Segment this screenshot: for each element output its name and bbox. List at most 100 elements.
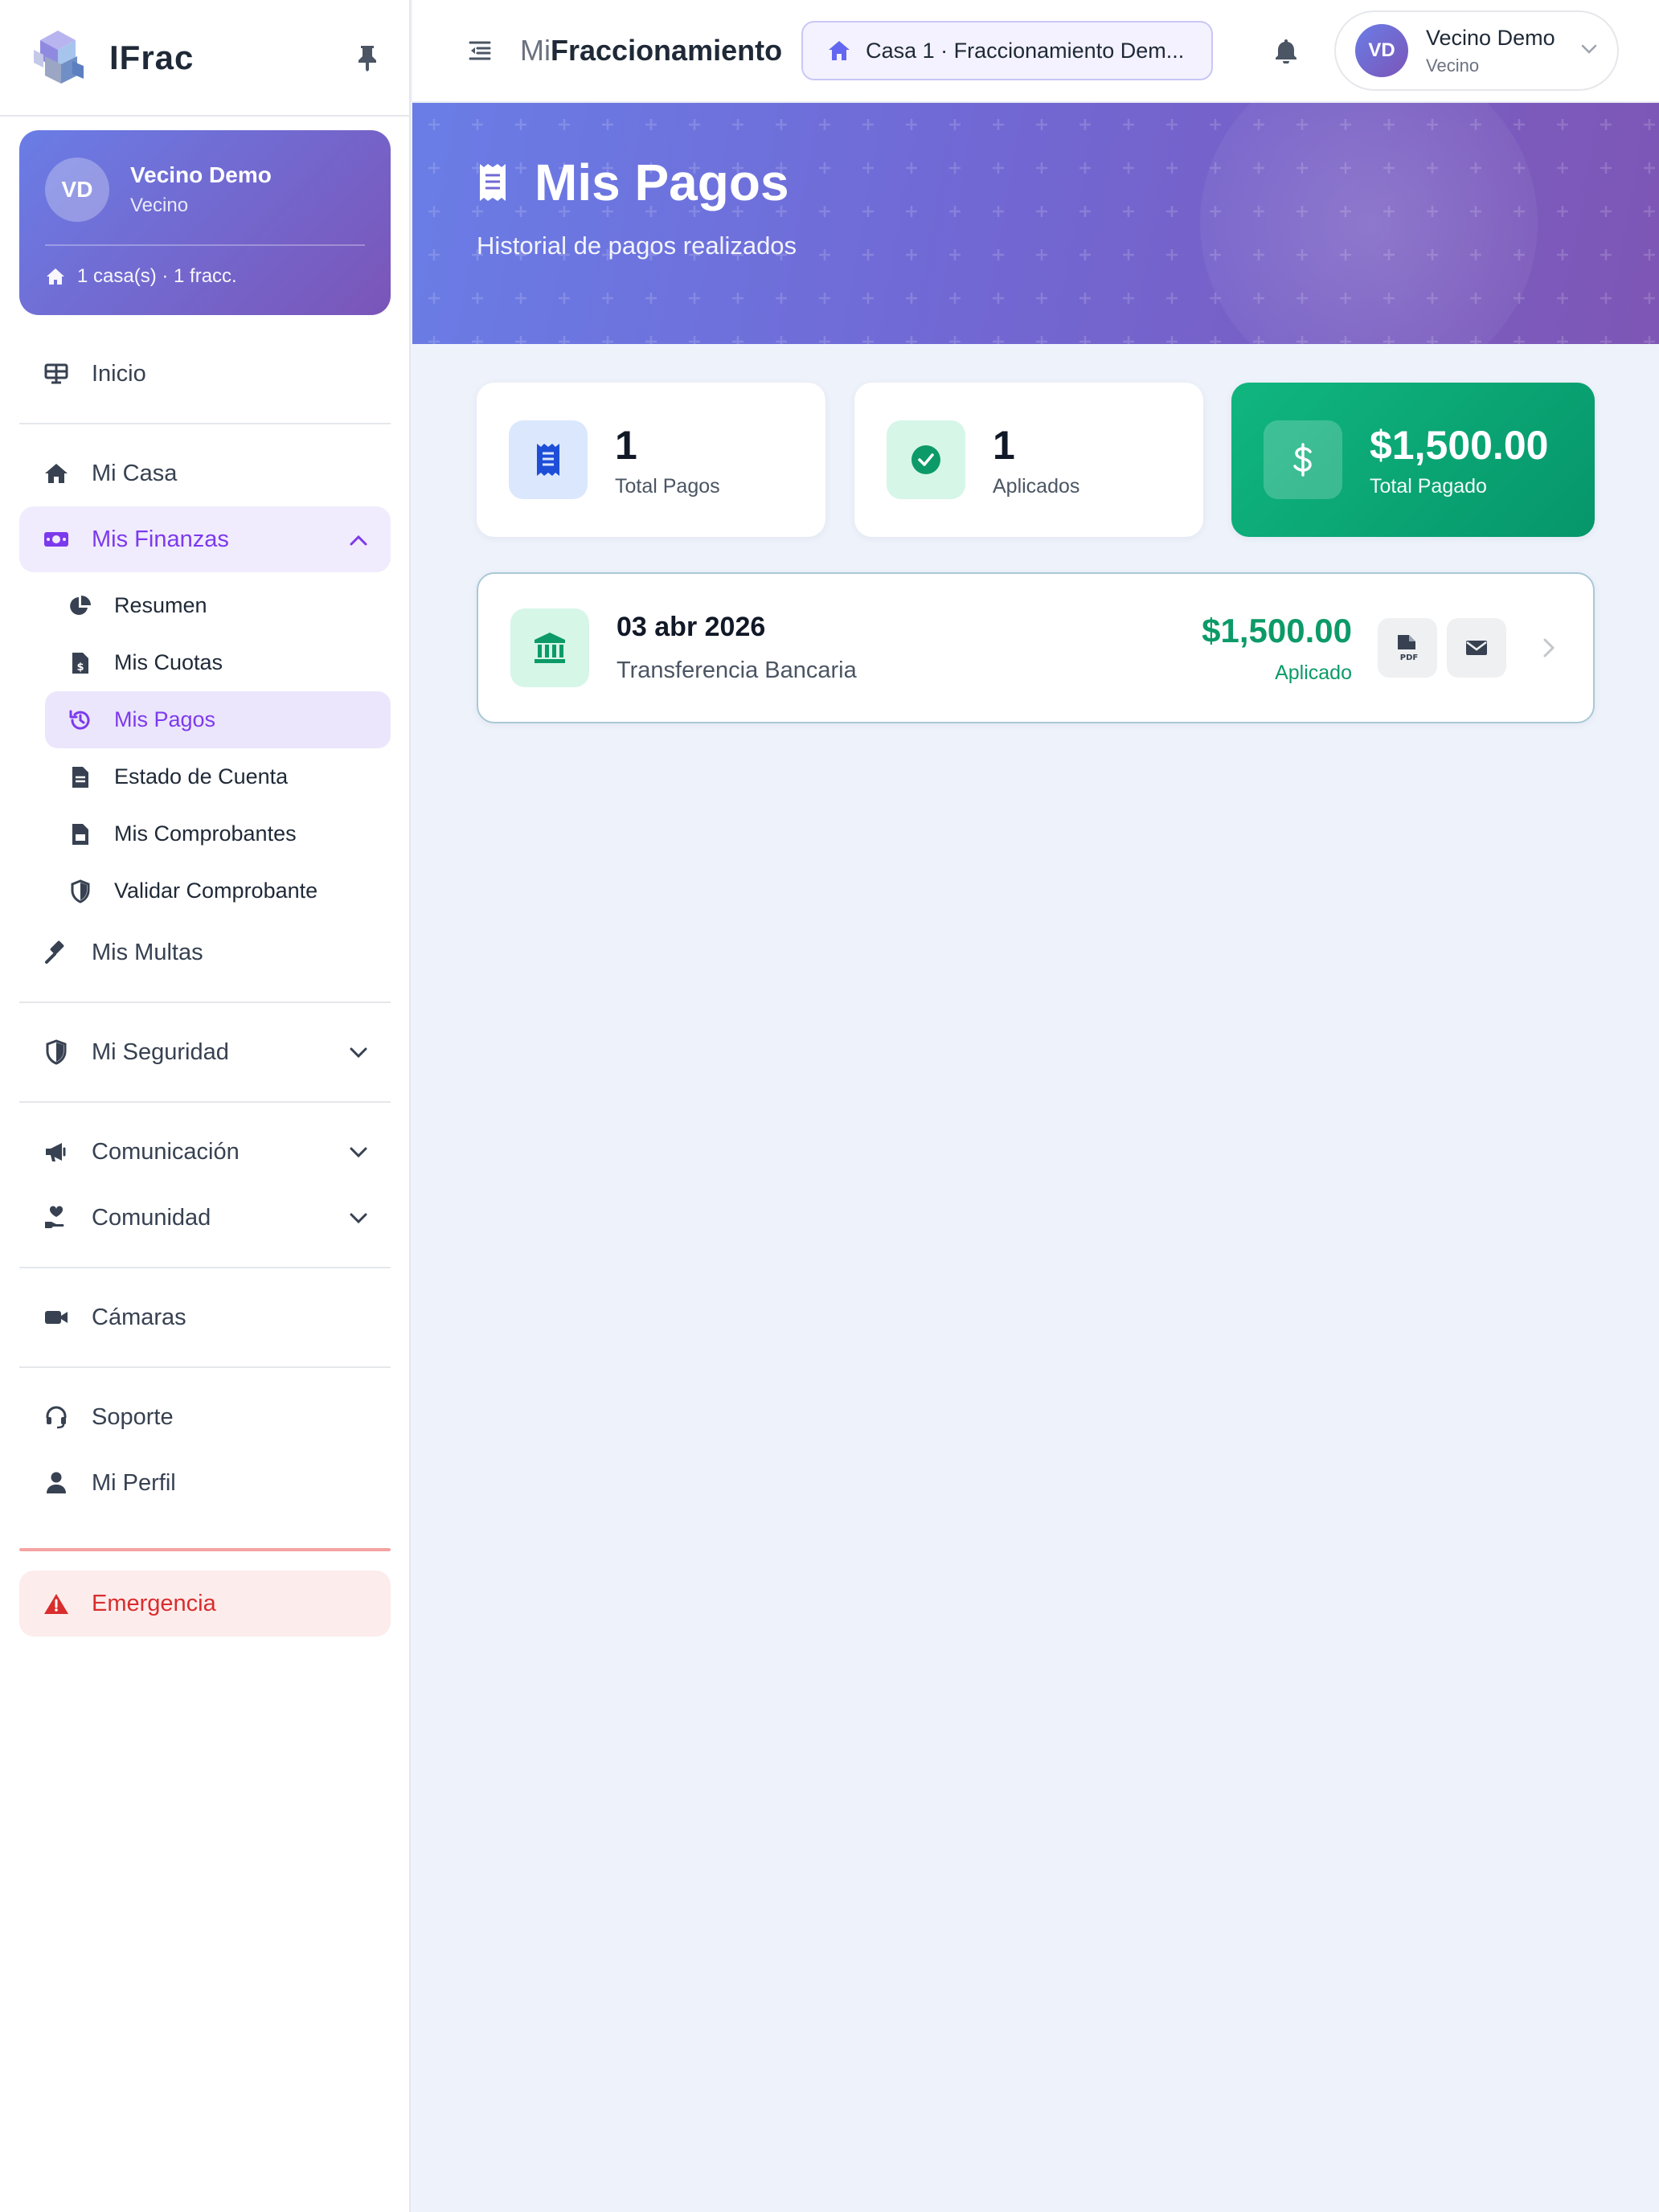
sidebar-subitem-mis-comprobantes[interactable]: Mis Comprobantes [45,805,391,862]
sidebar-nav: Inicio Mi Casa Mis Finanzas Resumen $ Mi… [19,341,391,1636]
file-text-icon [68,764,93,790]
money-bill-icon [42,525,71,554]
sidebar-item-mi-perfil[interactable]: Mi Perfil [19,1450,391,1516]
avatar: VD [1355,24,1408,77]
sidebar-item-label: Mis Comprobantes [114,821,297,846]
page-title-text: Mis Pagos [535,154,789,211]
chevron-down-icon [349,1039,368,1066]
user-card-role: Vecino [130,195,189,216]
chevron-down-icon [349,1139,368,1165]
sidebar-item-emergencia[interactable]: Emergencia [19,1571,391,1636]
sidebar-subitem-mis-pagos[interactable]: Mis Pagos [45,691,391,748]
sidebar-item-label: Mis Cuotas [114,650,223,674]
divider [19,423,391,424]
stat-label: Total Pagado [1370,474,1487,498]
sidebar-item-mis-finanzas[interactable]: Mis Finanzas [19,506,391,572]
sidebar: IFrac VD Vecino Demo Vecino 1 casa(s) · … [0,0,411,2212]
sidebar-item-label: Resumen [114,593,207,617]
envelope-icon [1466,641,1487,655]
sidebar-item-mi-seguridad[interactable]: Mi Seguridad [19,1019,391,1085]
avatar: VD [45,158,109,222]
sidebar-item-mis-multas[interactable]: Mis Multas [19,920,391,985]
payment-row[interactable]: 03 abr 2026 Transferencia Bancaria $1,50… [477,572,1595,723]
stat-value: 1 [993,422,1015,468]
video-camera-icon [42,1303,71,1332]
stat-label: Total Pagos [615,474,720,498]
sidebar-item-label: Mis Finanzas [92,526,229,552]
receipt-icon [509,420,588,499]
chevron-right-icon[interactable] [1537,636,1561,660]
divider [19,1002,391,1003]
user-icon [42,1469,71,1497]
sidebar-item-label: Mis Pagos [114,707,216,731]
user-card: VD Vecino Demo Vecino 1 casa(s) · 1 frac… [19,130,391,315]
stat-value: 1 [615,422,637,468]
chevron-down-icon [349,1205,368,1231]
sidebar-item-mi-casa[interactable]: Mi Casa [19,440,391,506]
payment-amount: $1,500.00 [1202,611,1352,649]
stat-card-total-pagado: $1,500.00 Total Pagado [1231,383,1595,537]
pin-icon[interactable] [351,42,383,74]
sidebar-subitem-resumen[interactable]: Resumen [45,577,391,634]
divider [19,1267,391,1268]
megaphone-icon [42,1137,71,1166]
bell-icon[interactable] [1270,35,1302,67]
sidebar-item-soporte[interactable]: Soporte [19,1384,391,1450]
hand-holding-heart-icon [42,1203,71,1232]
sidebar-item-camaras[interactable]: Cámaras [19,1284,391,1350]
house-selector[interactable]: Casa 1 · Fraccionamiento Dem... [801,21,1214,80]
sidebar-subitem-mis-cuotas[interactable]: $ Mis Cuotas [45,634,391,691]
app-title-main: Fraccionamiento [551,34,783,67]
divider [19,1548,391,1551]
sidebar-item-label: Mi Perfil [92,1469,176,1496]
divider [19,1366,391,1368]
gavel-icon [42,938,71,967]
house-icon [42,459,71,488]
sidebar-item-comunidad[interactable]: Comunidad [19,1185,391,1251]
sidebar-item-label: Validar Comprobante [114,879,318,903]
pie-chart-icon [68,593,93,619]
dashboard-icon [42,359,71,388]
sidebar-item-label: Soporte [92,1403,174,1430]
indent-icon[interactable] [464,35,496,67]
download-pdf-button[interactable]: PDF [1378,618,1437,678]
cube-logo-icon [34,30,84,84]
sidebar-item-comunicacion[interactable]: Comunicación [19,1119,391,1185]
app-title: MiFraccionamiento [520,34,782,68]
sidebar-subitem-validar-comprobante[interactable]: Validar Comprobante [45,862,391,920]
sidebar-item-label: Cámaras [92,1304,186,1330]
sidebar-item-label: Mi Seguridad [92,1038,229,1065]
payment-method: Transferencia Bancaria [616,657,857,683]
user-menu-name: Vecino Demo [1426,25,1555,50]
house-icon [47,268,64,285]
sidebar-item-label: Inicio [92,360,146,387]
sidebar-item-label: Estado de Cuenta [114,764,289,789]
user-menu-role: Vecino [1426,55,1480,76]
receipt-icon [480,164,506,201]
user-card-meta: 1 casa(s) · 1 fracc. [77,265,237,287]
svg-text:$: $ [76,662,84,674]
status-badge: Aplicado [1275,661,1352,684]
check-circle-icon [887,420,965,499]
app-title-prefix: Mi [520,34,551,67]
page-header: Mis Pagos Historial de pagos realizados [412,103,1659,344]
send-email-button[interactable] [1447,618,1506,678]
dollar-icon [1264,420,1342,499]
headset-icon [42,1403,71,1432]
sidebar-subitem-estado-de-cuenta[interactable]: Estado de Cuenta [45,748,391,805]
top-bar: MiFraccionamiento Casa 1 · Fraccionamien… [412,0,1659,103]
page-title: Mis Pagos [477,153,789,212]
house-selector-label: Casa 1 · Fraccionamiento Dem... [866,38,1185,63]
brand-header: IFrac [0,0,409,117]
svg-text:PDF: PDF [1400,653,1418,662]
sidebar-item-inicio[interactable]: Inicio [19,341,391,407]
brand-name: IFrac [109,38,195,76]
file-invoice-dollar-icon: $ [68,650,93,676]
shield-icon [68,879,93,904]
history-icon [68,707,93,733]
user-menu[interactable]: VD Vecino Demo Vecino [1334,10,1619,91]
stat-card-aplicados: 1 Aplicados [854,383,1203,537]
sidebar-item-label: Mis Multas [92,939,203,965]
file-receipt-icon [68,821,93,847]
chevron-up-icon [349,526,368,553]
